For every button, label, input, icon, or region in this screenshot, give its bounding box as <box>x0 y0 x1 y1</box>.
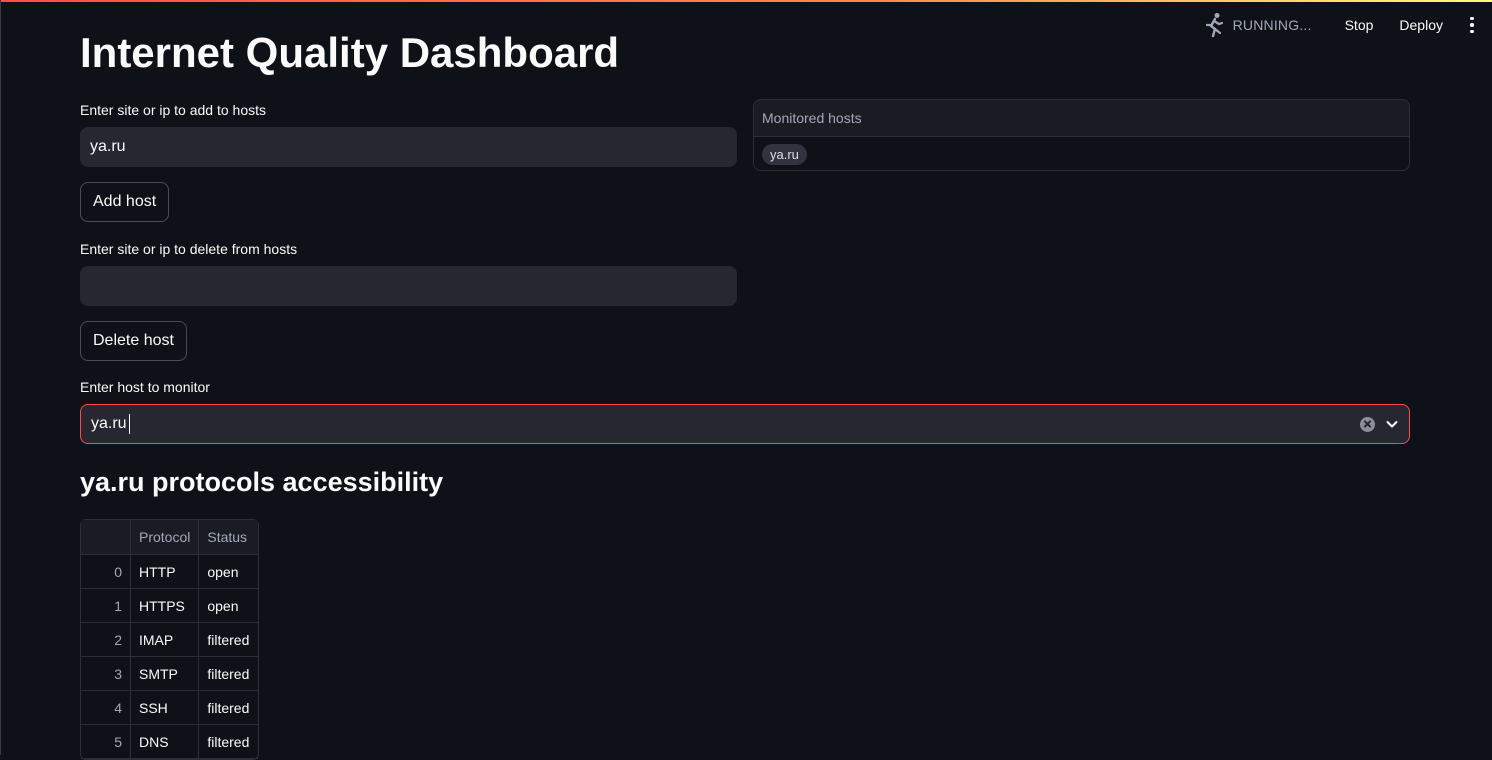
running-status: RUNNING... <box>1203 12 1312 38</box>
host-chip[interactable]: ya.ru <box>762 143 807 165</box>
add-host-label: Enter site or ip to add to hosts <box>80 102 266 118</box>
row-index: 5 <box>81 725 131 759</box>
window-edge <box>0 0 1 755</box>
text-cursor <box>128 414 130 434</box>
table-row: 3 SMTP filtered <box>81 657 259 691</box>
status-text: RUNNING... <box>1232 17 1312 33</box>
protocols-table: Protocol Status 0 HTTP open 1 HTTPS open… <box>80 519 260 760</box>
status-header[interactable]: Status <box>199 520 259 555</box>
add-host-input-value: ya.ru <box>90 138 126 155</box>
delete-host-button[interactable]: Delete host <box>80 321 187 361</box>
table-row: 1 HTTPS open <box>81 589 259 623</box>
status-cell[interactable]: open <box>199 589 259 623</box>
table-row: 0 HTTP open <box>81 555 259 589</box>
protocol-cell[interactable]: DNS <box>131 725 200 759</box>
index-header[interactable] <box>81 520 131 555</box>
row-index: 4 <box>81 691 131 725</box>
status-cell[interactable]: filtered <box>199 691 259 725</box>
monitor-select-value: ya.ru <box>91 415 127 432</box>
stop-button[interactable]: Stop <box>1332 13 1387 37</box>
protocol-cell[interactable]: IMAP <box>131 623 200 657</box>
page-title: Internet Quality Dashboard <box>80 29 620 76</box>
delete-host-label: Enter site or ip to delete from hosts <box>80 241 298 257</box>
protocol-header[interactable]: Protocol <box>131 520 200 555</box>
row-index: 1 <box>81 589 131 623</box>
table-header-row: Protocol Status <box>81 520 259 555</box>
protocols-title: ya.ru protocols accessibility <box>80 467 444 497</box>
row-index: 3 <box>81 657 131 691</box>
toolbar: RUNNING... Stop Deploy <box>1203 10 1482 40</box>
monitor-select-label: Enter host to monitor <box>80 379 210 395</box>
protocol-cell[interactable]: SSH <box>131 691 200 725</box>
row-index: 0 <box>81 555 131 589</box>
running-man-icon <box>1205 13 1223 38</box>
select-controls <box>1360 416 1399 432</box>
protocol-cell[interactable]: HTTPS <box>131 589 200 623</box>
delete-host-input[interactable] <box>80 266 737 306</box>
clear-icon[interactable] <box>1360 416 1375 432</box>
status-cell[interactable]: filtered <box>199 725 259 759</box>
table-row: 5 DNS filtered <box>81 725 259 759</box>
monitored-hosts-row: ya.ru <box>754 137 1409 170</box>
add-host-button[interactable]: Add host <box>80 182 170 222</box>
monitor-host-select[interactable]: ya.ru <box>80 404 1410 444</box>
protocol-cell[interactable]: SMTP <box>131 657 200 691</box>
status-cell[interactable]: filtered <box>199 657 259 691</box>
row-index: 2 <box>81 623 131 657</box>
main-menu-icon[interactable] <box>1462 13 1482 37</box>
table-row: 2 IMAP filtered <box>81 623 259 657</box>
add-host-input[interactable]: ya.ru <box>80 127 737 167</box>
monitored-hosts-table: Monitored hosts ya.ru <box>753 99 1410 171</box>
monitored-hosts-header: Monitored hosts <box>754 100 1409 137</box>
status-cell[interactable]: open <box>199 555 259 589</box>
header-decoration <box>0 0 1492 2</box>
table-row: 4 SSH filtered <box>81 691 259 725</box>
deploy-button[interactable]: Deploy <box>1386 13 1456 37</box>
protocol-cell[interactable]: HTTP <box>131 555 200 589</box>
chevron-down-icon[interactable] <box>1385 417 1399 431</box>
status-cell[interactable]: filtered <box>199 623 259 657</box>
